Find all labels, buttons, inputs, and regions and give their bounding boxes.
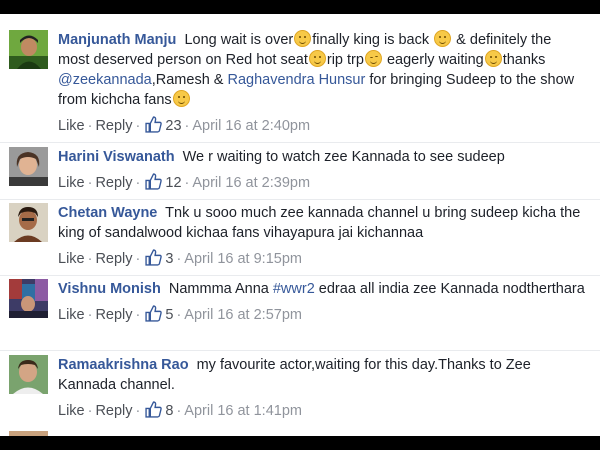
comment-text: ,Ramesh & bbox=[151, 72, 228, 88]
like-button[interactable]: Like bbox=[58, 307, 85, 323]
avatar[interactable] bbox=[9, 203, 48, 242]
like-button[interactable]: Like bbox=[58, 403, 85, 419]
smile-emoji-icon bbox=[294, 30, 312, 47]
avatar[interactable] bbox=[9, 355, 48, 394]
comment-author[interactable]: Manjunath Manju bbox=[58, 32, 176, 48]
comment-author[interactable]: Harini Viswanath bbox=[58, 149, 175, 165]
separator: · bbox=[176, 251, 182, 267]
thumbs-up-icon[interactable] bbox=[145, 116, 163, 133]
separator: · bbox=[135, 251, 141, 267]
wink-emoji-icon bbox=[364, 50, 382, 67]
divider bbox=[0, 350, 600, 351]
separator: · bbox=[184, 118, 190, 134]
timestamp[interactable]: April 16 at 2:57pm bbox=[184, 307, 302, 323]
reply-button[interactable]: Reply bbox=[95, 307, 132, 323]
separator: · bbox=[176, 403, 182, 419]
mention-link[interactable]: @zeekannada bbox=[58, 72, 152, 88]
comment-text: We r waiting to watch zee Kannada to see… bbox=[182, 149, 505, 165]
separator: · bbox=[87, 175, 93, 191]
timestamp[interactable]: April 16 at 1:41pm bbox=[184, 403, 302, 419]
smile-emoji-icon bbox=[484, 50, 502, 67]
comment-text: Nammma Anna bbox=[168, 281, 273, 297]
like-count: 12 bbox=[165, 175, 182, 191]
like-button[interactable]: Like bbox=[58, 251, 85, 267]
hashtag-link[interactable]: #wwr2 bbox=[273, 281, 315, 297]
timestamp[interactable]: April 16 at 9:15pm bbox=[184, 251, 302, 267]
like-button[interactable]: Like bbox=[58, 118, 85, 134]
separator: · bbox=[184, 175, 190, 191]
comments-panel: Manjunath Manju Long wait is over finally… bbox=[0, 14, 600, 436]
separator: · bbox=[87, 307, 93, 323]
comment-text: Long wait is over bbox=[184, 32, 294, 48]
separator: · bbox=[87, 403, 93, 419]
separator: · bbox=[176, 307, 182, 323]
separator: · bbox=[135, 118, 141, 134]
separator: · bbox=[135, 307, 141, 323]
thumbs-up-icon[interactable] bbox=[145, 249, 163, 266]
comment-text: thanks bbox=[502, 52, 546, 68]
thumbs-up-icon[interactable] bbox=[145, 305, 163, 322]
comment-text: edraa all india zee Kannada nodtherthara bbox=[314, 281, 585, 297]
thumbs-up-icon[interactable] bbox=[145, 401, 163, 418]
avatar bbox=[9, 431, 48, 436]
separator: · bbox=[135, 403, 141, 419]
smile-emoji-icon bbox=[172, 90, 190, 107]
reply-button[interactable]: Reply bbox=[95, 175, 132, 191]
avatar[interactable] bbox=[9, 30, 48, 69]
divider bbox=[0, 199, 600, 200]
timestamp[interactable]: April 16 at 2:40pm bbox=[192, 118, 310, 134]
comment-text: rip trp bbox=[326, 52, 364, 68]
divider bbox=[0, 142, 600, 143]
comment-author[interactable]: Ramaakrishna Rao bbox=[58, 357, 189, 373]
reply-button[interactable]: Reply bbox=[95, 251, 132, 267]
avatar[interactable] bbox=[9, 147, 48, 186]
comment-text: finally king is back bbox=[312, 32, 434, 48]
reply-button[interactable]: Reply bbox=[95, 403, 132, 419]
divider bbox=[0, 275, 600, 276]
like-count: 8 bbox=[165, 403, 174, 419]
separator: · bbox=[135, 175, 141, 191]
timestamp[interactable]: April 16 at 2:39pm bbox=[192, 175, 310, 191]
comment-author[interactable]: Chetan Wayne bbox=[58, 205, 157, 221]
like-count: 5 bbox=[165, 307, 174, 323]
smile-emoji-icon bbox=[308, 50, 326, 67]
comment-text: eagerly waiting bbox=[382, 52, 484, 68]
comment-author[interactable]: Vishnu Monish bbox=[58, 281, 161, 297]
like-count: 23 bbox=[165, 118, 182, 134]
separator: · bbox=[87, 118, 93, 134]
thumbs-up-icon[interactable] bbox=[145, 173, 163, 190]
avatar[interactable] bbox=[9, 279, 48, 318]
separator: · bbox=[87, 251, 93, 267]
like-button[interactable]: Like bbox=[58, 175, 85, 191]
reply-button[interactable]: Reply bbox=[95, 118, 132, 134]
like-count: 3 bbox=[165, 251, 174, 267]
smile-emoji-icon bbox=[434, 30, 452, 47]
mention-link[interactable]: Raghavendra Hunsur bbox=[227, 72, 365, 88]
